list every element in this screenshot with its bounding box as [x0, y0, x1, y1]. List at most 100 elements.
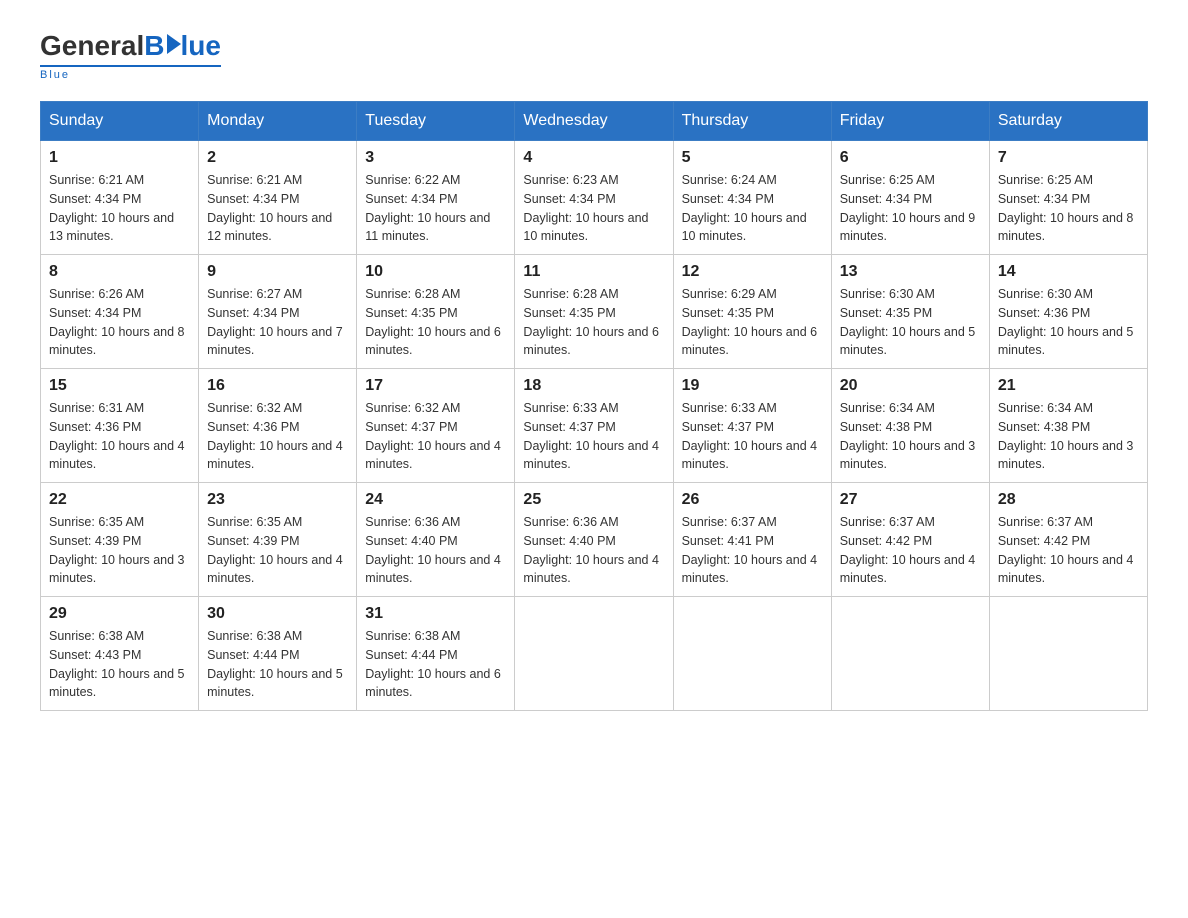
day-number: 19: [682, 377, 823, 395]
calendar-cell: [515, 597, 673, 711]
column-header-thursday: Thursday: [673, 102, 831, 141]
logo-tagline: Blue: [40, 69, 70, 81]
calendar-week-row: 29 Sunrise: 6:38 AM Sunset: 4:43 PM Dayl…: [41, 597, 1148, 711]
day-info: Sunrise: 6:36 AM Sunset: 4:40 PM Dayligh…: [523, 513, 664, 588]
calendar-cell: 9 Sunrise: 6:27 AM Sunset: 4:34 PM Dayli…: [199, 255, 357, 369]
day-number: 6: [840, 149, 981, 167]
calendar-cell: 18 Sunrise: 6:33 AM Sunset: 4:37 PM Dayl…: [515, 369, 673, 483]
day-number: 31: [365, 605, 506, 623]
calendar-cell: 28 Sunrise: 6:37 AM Sunset: 4:42 PM Dayl…: [989, 483, 1147, 597]
column-header-friday: Friday: [831, 102, 989, 141]
day-number: 27: [840, 491, 981, 509]
day-number: 22: [49, 491, 190, 509]
day-info: Sunrise: 6:30 AM Sunset: 4:35 PM Dayligh…: [840, 285, 981, 360]
logo-lue: lue: [181, 30, 221, 62]
day-info: Sunrise: 6:31 AM Sunset: 4:36 PM Dayligh…: [49, 399, 190, 474]
calendar-cell: 25 Sunrise: 6:36 AM Sunset: 4:40 PM Dayl…: [515, 483, 673, 597]
day-number: 3: [365, 149, 506, 167]
day-info: Sunrise: 6:33 AM Sunset: 4:37 PM Dayligh…: [682, 399, 823, 474]
calendar-cell: 6 Sunrise: 6:25 AM Sunset: 4:34 PM Dayli…: [831, 141, 989, 255]
day-info: Sunrise: 6:32 AM Sunset: 4:37 PM Dayligh…: [365, 399, 506, 474]
column-header-saturday: Saturday: [989, 102, 1147, 141]
calendar-cell: 21 Sunrise: 6:34 AM Sunset: 4:38 PM Dayl…: [989, 369, 1147, 483]
day-number: 24: [365, 491, 506, 509]
calendar-cell: 3 Sunrise: 6:22 AM Sunset: 4:34 PM Dayli…: [357, 141, 515, 255]
calendar-cell: 4 Sunrise: 6:23 AM Sunset: 4:34 PM Dayli…: [515, 141, 673, 255]
calendar-cell: 23 Sunrise: 6:35 AM Sunset: 4:39 PM Dayl…: [199, 483, 357, 597]
page-header: General B lue Blue: [40, 30, 1148, 81]
day-number: 4: [523, 149, 664, 167]
calendar-cell: 27 Sunrise: 6:37 AM Sunset: 4:42 PM Dayl…: [831, 483, 989, 597]
day-info: Sunrise: 6:30 AM Sunset: 4:36 PM Dayligh…: [998, 285, 1139, 360]
day-number: 29: [49, 605, 190, 623]
day-info: Sunrise: 6:25 AM Sunset: 4:34 PM Dayligh…: [840, 171, 981, 246]
calendar-cell: 8 Sunrise: 6:26 AM Sunset: 4:34 PM Dayli…: [41, 255, 199, 369]
calendar-cell: 13 Sunrise: 6:30 AM Sunset: 4:35 PM Dayl…: [831, 255, 989, 369]
calendar-week-row: 8 Sunrise: 6:26 AM Sunset: 4:34 PM Dayli…: [41, 255, 1148, 369]
calendar-cell: 24 Sunrise: 6:36 AM Sunset: 4:40 PM Dayl…: [357, 483, 515, 597]
day-number: 30: [207, 605, 348, 623]
calendar-cell: 26 Sunrise: 6:37 AM Sunset: 4:41 PM Dayl…: [673, 483, 831, 597]
day-number: 17: [365, 377, 506, 395]
calendar-week-row: 1 Sunrise: 6:21 AM Sunset: 4:34 PM Dayli…: [41, 141, 1148, 255]
day-info: Sunrise: 6:32 AM Sunset: 4:36 PM Dayligh…: [207, 399, 348, 474]
day-info: Sunrise: 6:36 AM Sunset: 4:40 PM Dayligh…: [365, 513, 506, 588]
day-number: 10: [365, 263, 506, 281]
day-info: Sunrise: 6:29 AM Sunset: 4:35 PM Dayligh…: [682, 285, 823, 360]
calendar-week-row: 22 Sunrise: 6:35 AM Sunset: 4:39 PM Dayl…: [41, 483, 1148, 597]
logo: General B lue Blue: [40, 30, 221, 81]
calendar-cell: [673, 597, 831, 711]
day-number: 13: [840, 263, 981, 281]
calendar-table: SundayMondayTuesdayWednesdayThursdayFrid…: [40, 101, 1148, 711]
calendar-header-row: SundayMondayTuesdayWednesdayThursdayFrid…: [41, 102, 1148, 141]
calendar-cell: 20 Sunrise: 6:34 AM Sunset: 4:38 PM Dayl…: [831, 369, 989, 483]
day-number: 21: [998, 377, 1139, 395]
day-info: Sunrise: 6:35 AM Sunset: 4:39 PM Dayligh…: [49, 513, 190, 588]
day-info: Sunrise: 6:37 AM Sunset: 4:41 PM Dayligh…: [682, 513, 823, 588]
day-number: 28: [998, 491, 1139, 509]
day-number: 2: [207, 149, 348, 167]
day-number: 20: [840, 377, 981, 395]
day-info: Sunrise: 6:24 AM Sunset: 4:34 PM Dayligh…: [682, 171, 823, 246]
column-header-wednesday: Wednesday: [515, 102, 673, 141]
day-info: Sunrise: 6:38 AM Sunset: 4:44 PM Dayligh…: [207, 627, 348, 702]
calendar-cell: 1 Sunrise: 6:21 AM Sunset: 4:34 PM Dayli…: [41, 141, 199, 255]
day-number: 14: [998, 263, 1139, 281]
logo-blue-section: B lue: [144, 30, 221, 62]
day-number: 25: [523, 491, 664, 509]
calendar-cell: 7 Sunrise: 6:25 AM Sunset: 4:34 PM Dayli…: [989, 141, 1147, 255]
calendar-cell: 22 Sunrise: 6:35 AM Sunset: 4:39 PM Dayl…: [41, 483, 199, 597]
day-info: Sunrise: 6:38 AM Sunset: 4:44 PM Dayligh…: [365, 627, 506, 702]
calendar-cell: 14 Sunrise: 6:30 AM Sunset: 4:36 PM Dayl…: [989, 255, 1147, 369]
day-info: Sunrise: 6:26 AM Sunset: 4:34 PM Dayligh…: [49, 285, 190, 360]
day-number: 5: [682, 149, 823, 167]
calendar-cell: 2 Sunrise: 6:21 AM Sunset: 4:34 PM Dayli…: [199, 141, 357, 255]
calendar-cell: [989, 597, 1147, 711]
day-info: Sunrise: 6:35 AM Sunset: 4:39 PM Dayligh…: [207, 513, 348, 588]
calendar-cell: 19 Sunrise: 6:33 AM Sunset: 4:37 PM Dayl…: [673, 369, 831, 483]
day-info: Sunrise: 6:34 AM Sunset: 4:38 PM Dayligh…: [840, 399, 981, 474]
day-number: 12: [682, 263, 823, 281]
column-header-monday: Monday: [199, 102, 357, 141]
logo-b: B: [144, 30, 164, 62]
calendar-cell: 10 Sunrise: 6:28 AM Sunset: 4:35 PM Dayl…: [357, 255, 515, 369]
calendar-cell: 11 Sunrise: 6:28 AM Sunset: 4:35 PM Dayl…: [515, 255, 673, 369]
day-info: Sunrise: 6:38 AM Sunset: 4:43 PM Dayligh…: [49, 627, 190, 702]
day-info: Sunrise: 6:33 AM Sunset: 4:37 PM Dayligh…: [523, 399, 664, 474]
day-number: 11: [523, 263, 664, 281]
day-info: Sunrise: 6:21 AM Sunset: 4:34 PM Dayligh…: [207, 171, 348, 246]
day-number: 9: [207, 263, 348, 281]
day-info: Sunrise: 6:22 AM Sunset: 4:34 PM Dayligh…: [365, 171, 506, 246]
day-number: 1: [49, 149, 190, 167]
calendar-cell: 5 Sunrise: 6:24 AM Sunset: 4:34 PM Dayli…: [673, 141, 831, 255]
day-number: 26: [682, 491, 823, 509]
calendar-cell: 29 Sunrise: 6:38 AM Sunset: 4:43 PM Dayl…: [41, 597, 199, 711]
day-info: Sunrise: 6:34 AM Sunset: 4:38 PM Dayligh…: [998, 399, 1139, 474]
day-info: Sunrise: 6:37 AM Sunset: 4:42 PM Dayligh…: [840, 513, 981, 588]
day-info: Sunrise: 6:25 AM Sunset: 4:34 PM Dayligh…: [998, 171, 1139, 246]
calendar-cell: 30 Sunrise: 6:38 AM Sunset: 4:44 PM Dayl…: [199, 597, 357, 711]
calendar-cell: 17 Sunrise: 6:32 AM Sunset: 4:37 PM Dayl…: [357, 369, 515, 483]
calendar-cell: 31 Sunrise: 6:38 AM Sunset: 4:44 PM Dayl…: [357, 597, 515, 711]
day-number: 8: [49, 263, 190, 281]
logo-arrow-icon: [167, 34, 181, 54]
